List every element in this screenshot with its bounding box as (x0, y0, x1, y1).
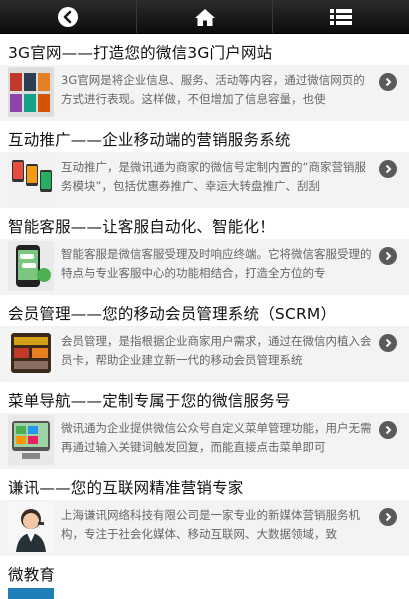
item-description: 智能客服是微信客服受理及时响应终端。它将微信客服受理的特点与专业客服中心的功能相… (61, 247, 372, 280)
list-item[interactable]: 智能客服——让客服自动化、智能化！ 智能客服是微信客服受理及时响应终端。它将微信… (0, 208, 409, 295)
list-item[interactable]: 谦讯——您的互联网精准营销专家 上海谦讯网络科技有限公司是一家专业的新媒体营销服… (0, 469, 409, 556)
item-title[interactable]: 会员管理——您的移动会员管理系统（SCRM） (8, 302, 336, 324)
item-title[interactable]: 互动推广——企业移动端的营销服务系统 (8, 128, 291, 150)
item-description: 互动推广，是微讯通为商家的微信号定制内置的“商家营销服务模块”，包括优惠券推广、… (61, 160, 366, 193)
item-title[interactable]: 智能客服——让客服自动化、智能化！ (8, 215, 275, 237)
chevron-right-icon[interactable] (379, 247, 397, 265)
list-item[interactable]: 微教育 (0, 556, 409, 599)
back-button[interactable] (0, 0, 137, 33)
company-thumb (8, 502, 54, 552)
menu-thumb (8, 415, 54, 465)
item-title[interactable]: 菜单导航——定制专属于您的微信服务号 (8, 389, 291, 411)
list-menu-icon (330, 8, 353, 25)
list-item[interactable]: 会员管理——您的移动会员管理系统（SCRM） 会员管理，是指根据企业商家用户需求… (0, 295, 409, 382)
chevron-right-icon[interactable] (379, 73, 397, 91)
item-description: 3G官网是将企业信息、服务、活动等内容，通过微信网页的方式进行表现。这样做，不但… (61, 73, 365, 106)
item-body[interactable]: 智能客服是微信客服受理及时响应终端。它将微信客服受理的特点与专业客服中心的功能相… (0, 239, 409, 295)
service-list: 3G官网——打造您的微信3G门户网站 3G官网是将企业信息、服务、活动等内容，通… (0, 34, 409, 599)
list-item[interactable]: 菜单导航——定制专属于您的微信服务号 微讯通为企业提供微信公众号自定义菜单管理功… (0, 382, 409, 469)
home-icon (194, 8, 215, 26)
item-body[interactable]: 3G官网是将企业信息、服务、活动等内容，通过微信网页的方式进行表现。这样做，不但… (0, 65, 409, 121)
chevron-right-icon[interactable] (379, 421, 397, 439)
item-title[interactable]: 微教育 (8, 563, 55, 585)
item-body[interactable]: 微讯通为企业提供微信公众号自定义菜单管理功能，用户无需再通过输入关键词触发回复，… (0, 413, 409, 469)
item-body[interactable]: 会员管理，是指根据企业商家用户需求，通过在微信内植入会员卡，帮助企业建立新一代的… (0, 326, 409, 382)
chevron-right-icon[interactable] (379, 160, 397, 178)
item-body[interactable]: 上海谦讯网络科技有限公司是一家专业的新媒体营销服务机构，专注于社会化媒体、移动互… (0, 500, 409, 556)
home-button[interactable] (137, 0, 274, 33)
item-body[interactable]: 互动推广，是微讯通为商家的微信号定制内置的“商家营销服务模块”，包括优惠券推广、… (0, 152, 409, 208)
list-item[interactable]: 3G官网——打造您的微信3G门户网站 3G官网是将企业信息、服务、活动等内容，通… (0, 34, 409, 121)
menu-button[interactable] (273, 0, 409, 33)
item-title[interactable]: 3G官网——打造您的微信3G门户网站 (8, 41, 272, 63)
back-circle-icon (57, 6, 78, 27)
service-thumb (8, 241, 54, 291)
member-thumb (8, 328, 54, 378)
list-item[interactable]: 互动推广——企业移动端的营销服务系统 互动推广，是微讯通为商家的微信号定制内置的… (0, 121, 409, 208)
chevron-right-icon[interactable] (379, 508, 397, 526)
item-description: 微讯通为企业提供微信公众号自定义菜单管理功能，用户无需再通过输入关键词触发回复，… (61, 421, 372, 454)
promotion-thumb (8, 154, 54, 204)
chevron-right-icon[interactable] (379, 334, 397, 352)
item-title[interactable]: 谦讯——您的互联网精准营销专家 (8, 476, 244, 498)
education-thumb (8, 588, 54, 599)
item-description: 上海谦讯网络科技有限公司是一家专业的新媒体营销服务机构，专注于社会化媒体、移动互… (61, 508, 360, 541)
top-navigation-bar (0, 0, 409, 34)
website-thumb (8, 67, 54, 117)
item-description: 会员管理，是指根据企业商家用户需求，通过在微信内植入会员卡，帮助企业建立新一代的… (61, 334, 372, 367)
